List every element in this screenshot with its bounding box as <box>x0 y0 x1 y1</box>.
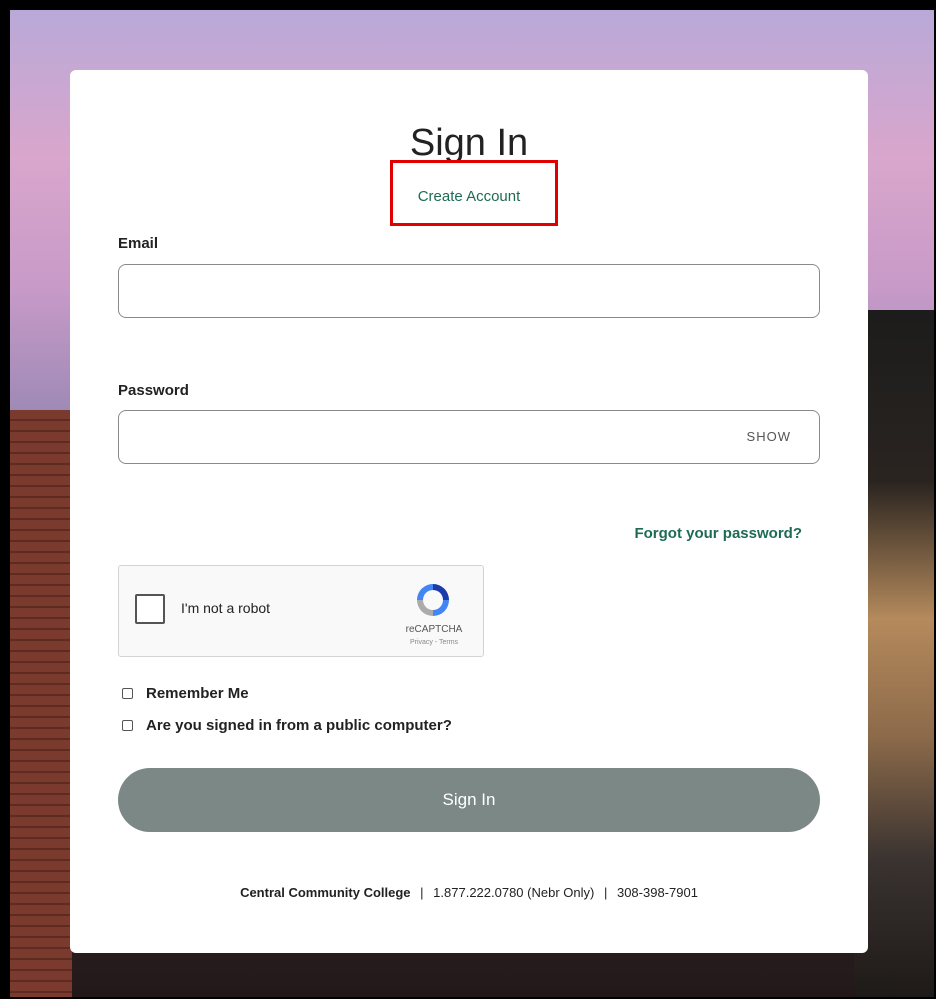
page-title: Sign In <box>409 122 529 164</box>
highlight-box <box>390 160 558 226</box>
recaptcha-widget: I'm not a robot reCAPTCHA Privacy - Term… <box>118 565 484 657</box>
email-label: Email <box>118 235 159 252</box>
public-computer-checkbox[interactable] <box>122 720 133 731</box>
show-password-button[interactable]: SHOW <box>747 429 791 444</box>
footer-separator: | <box>420 885 424 900</box>
footer: Central Community College | 1.877.222.07… <box>70 885 868 900</box>
building-left <box>10 410 72 997</box>
forgot-password-link[interactable]: Forgot your password? <box>634 525 802 542</box>
sign-in-card: Sign In Create Account Email Password SH… <box>70 70 868 953</box>
email-field[interactable] <box>118 264 820 318</box>
recaptcha-brand: reCAPTCHA <box>405 624 463 635</box>
public-computer-row[interactable]: Are you signed in from a public computer… <box>122 717 452 734</box>
sign-in-button[interactable]: Sign In <box>118 768 820 832</box>
remember-me-row[interactable]: Remember Me <box>122 685 249 702</box>
password-label: Password <box>118 382 189 399</box>
footer-school: Central Community College <box>240 885 411 900</box>
footer-separator: | <box>603 885 608 900</box>
remember-me-checkbox[interactable] <box>122 688 133 699</box>
recaptcha-checkbox[interactable] <box>135 594 165 624</box>
remember-me-label: Remember Me <box>146 685 249 702</box>
public-computer-label: Are you signed in from a public computer… <box>146 717 452 734</box>
password-field[interactable]: SHOW <box>118 410 820 464</box>
footer-phone-toll-free: 1.877.222.0780 (Nebr Only) <box>433 885 595 900</box>
recaptcha-label: I'm not a robot <box>181 600 271 616</box>
footer-phone-local: 308-398-7901 <box>616 885 698 900</box>
recaptcha-logo-icon <box>417 584 449 616</box>
recaptcha-links[interactable]: Privacy - Terms <box>393 639 475 646</box>
